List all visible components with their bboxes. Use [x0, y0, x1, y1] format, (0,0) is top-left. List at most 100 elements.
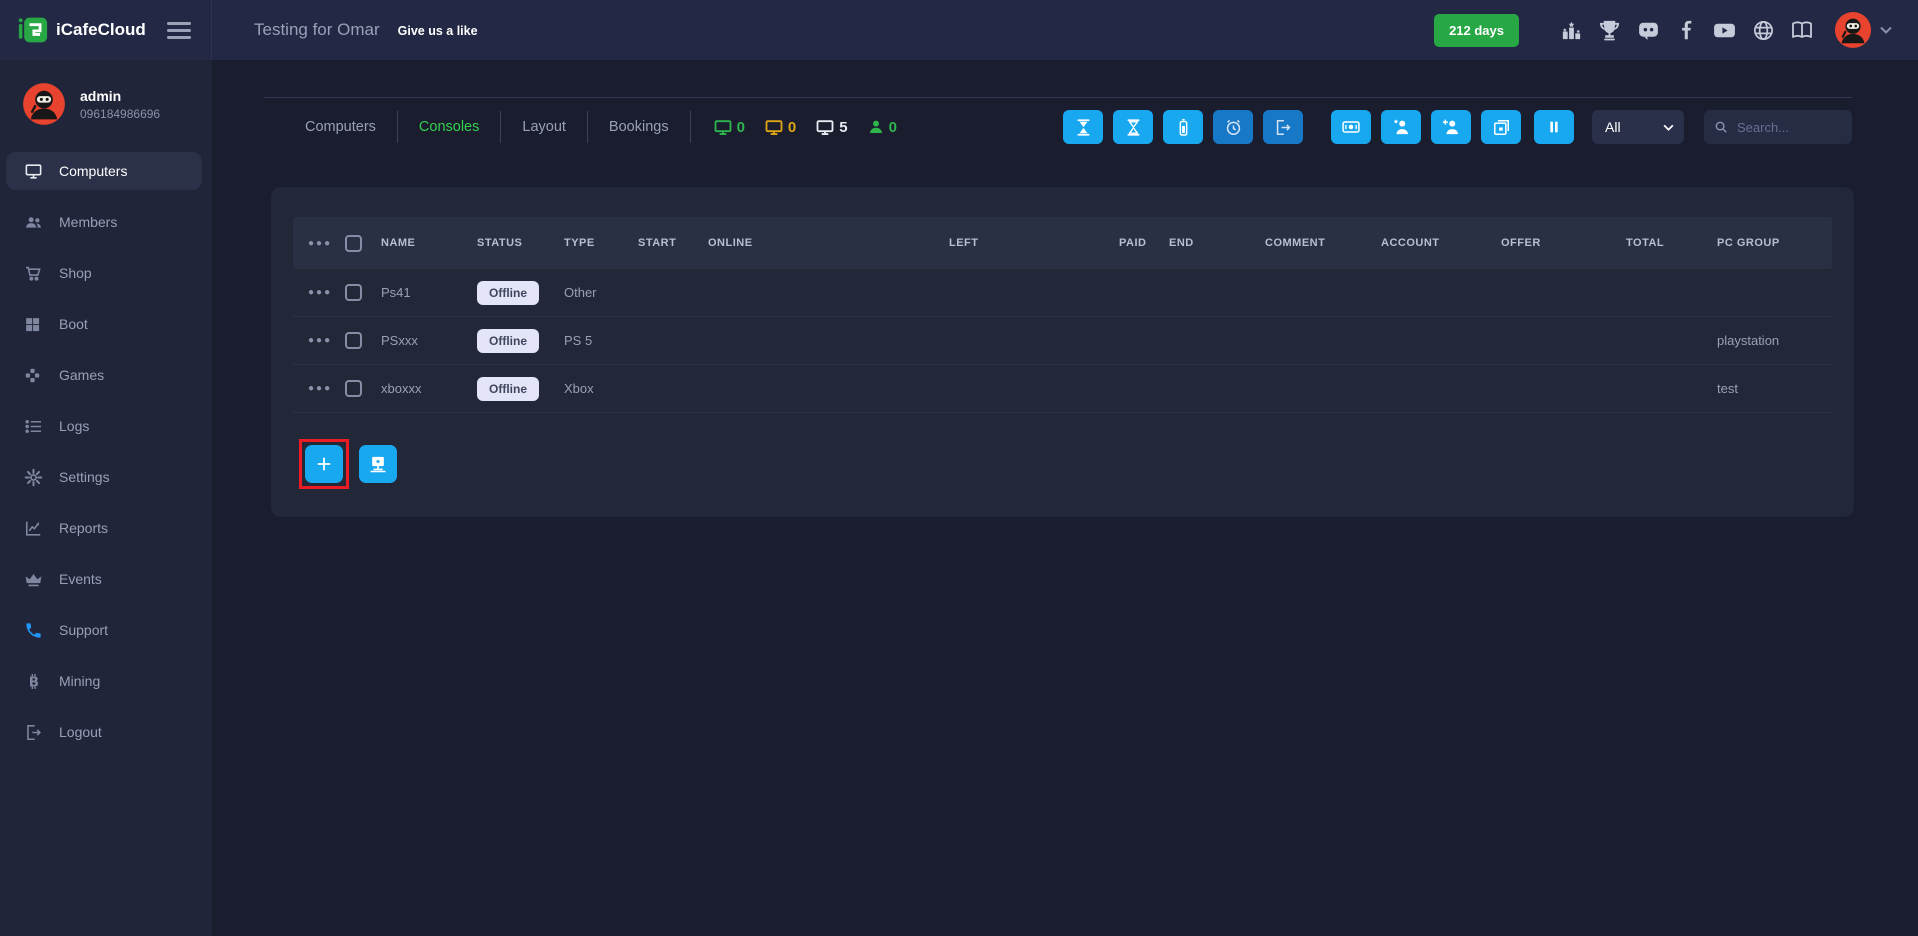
sidebar-item-games[interactable]: Games	[6, 356, 202, 394]
sidebar-item-logs[interactable]: Logs	[6, 407, 202, 445]
alarm-button[interactable]	[1213, 110, 1253, 144]
cell-status: Offline	[477, 329, 564, 353]
globe-icon[interactable]	[1752, 19, 1775, 42]
add-member-button[interactable]	[1431, 110, 1471, 144]
brand-logo[interactable]: iCafeCloud	[18, 15, 146, 45]
sidebar-label: Games	[59, 367, 104, 383]
tab-computers[interactable]: Computers	[284, 111, 397, 143]
cell-pc-group: playstation	[1717, 333, 1832, 348]
counter-offline[interactable]: 5	[815, 117, 847, 137]
sidebar: admin 096184986696 Computers Members Sho…	[0, 60, 212, 936]
search-input[interactable]	[1737, 120, 1842, 135]
sidebar-item-mining[interactable]: B Mining	[6, 662, 202, 700]
counter-members-online[interactable]: 0	[867, 118, 897, 136]
sidebar-item-members[interactable]: Members	[6, 203, 202, 241]
row-checkbox[interactable]	[345, 332, 362, 349]
topbar: iCafeCloud Testing for Omar Give us a li…	[0, 0, 1918, 60]
table-row: ●●● Ps41 Offline Other	[293, 269, 1832, 317]
windows-icon	[24, 316, 43, 333]
timer-filled-button[interactable]	[1063, 110, 1103, 144]
chevron-down-icon	[1880, 26, 1892, 34]
cell-type: Other	[564, 285, 638, 300]
cell-name: PSxxx	[381, 333, 477, 348]
cash-button[interactable]	[1331, 110, 1371, 144]
highlight-box	[299, 439, 349, 489]
tab-layout[interactable]: Layout	[500, 111, 587, 143]
logout-icon	[24, 723, 43, 742]
filter-select[interactable]: All	[1592, 110, 1684, 144]
people-icon	[24, 213, 43, 232]
status-badge: Offline	[477, 281, 539, 305]
sidebar-item-support[interactable]: Support	[6, 611, 202, 649]
cell-name: xboxxx	[381, 381, 477, 396]
col-online: ONLINE	[708, 237, 949, 249]
chart-icon	[24, 519, 43, 538]
hamburger-menu-icon[interactable]	[167, 18, 191, 43]
tab-bookings[interactable]: Bookings	[587, 111, 690, 143]
import-consoles-button[interactable]	[359, 445, 397, 483]
row-menu-icon[interactable]: ●●●	[293, 335, 345, 346]
facebook-icon[interactable]	[1676, 20, 1697, 41]
sidebar-label: Reports	[59, 520, 108, 536]
row-menu-icon[interactable]: ●●●	[293, 383, 345, 394]
window-restore-button[interactable]	[1481, 110, 1521, 144]
search-box	[1704, 110, 1852, 144]
sidebar-item-settings[interactable]: Settings	[6, 458, 202, 496]
sidebar-item-events[interactable]: Events	[6, 560, 202, 598]
card-footer	[293, 439, 1832, 489]
youtube-icon[interactable]	[1712, 18, 1737, 43]
tab-bar: Computers Consoles Layout Bookings	[284, 111, 690, 143]
ranking-icon[interactable]	[1560, 19, 1583, 42]
pause-button[interactable]	[1534, 110, 1574, 144]
counter-busy[interactable]: 0	[764, 117, 796, 137]
pause-icon	[1546, 119, 1562, 135]
trophy-icon[interactable]	[1598, 19, 1621, 42]
counter-busy-value: 0	[788, 119, 796, 136]
sidebar-nav: Computers Members Shop Boot Games	[0, 152, 212, 751]
user-menu[interactable]	[1834, 11, 1892, 49]
sidebar-item-computers[interactable]: Computers	[6, 152, 202, 190]
consoles-table-card: ●●● NAME STATUS TYPE START ONLINE LEFT P…	[271, 187, 1854, 517]
sidebar-item-shop[interactable]: Shop	[6, 254, 202, 292]
title-zone: Testing for Omar Give us a like	[254, 20, 478, 40]
person-star-icon	[1391, 117, 1411, 137]
cell-name: Ps41	[381, 285, 477, 300]
row-menu-icon[interactable]: ●●●	[293, 287, 345, 298]
add-console-button[interactable]	[305, 445, 343, 483]
status-counters: 0 0 5 0	[690, 111, 897, 143]
discord-icon[interactable]	[1636, 18, 1661, 43]
tab-consoles[interactable]: Consoles	[397, 111, 500, 143]
col-type: TYPE	[564, 237, 638, 249]
sidebar-label: Logout	[59, 724, 102, 740]
list-icon	[24, 417, 43, 436]
sidebar-item-logout[interactable]: Logout	[6, 713, 202, 751]
battery-button[interactable]	[1163, 110, 1203, 144]
sidebar-item-reports[interactable]: Reports	[6, 509, 202, 547]
battery-icon	[1174, 118, 1193, 137]
sidebar-label: Mining	[59, 673, 100, 689]
admin-phone: 096184986696	[80, 107, 160, 121]
timer-outline-button[interactable]	[1113, 110, 1153, 144]
row-checkbox[interactable]	[345, 284, 362, 301]
sign-out-button[interactable]	[1263, 110, 1303, 144]
sidebar-label: Shop	[59, 265, 92, 281]
row-menu-icon[interactable]: ●●●	[293, 238, 345, 249]
counter-online[interactable]: 0	[713, 117, 745, 137]
manual-book-icon[interactable]	[1790, 18, 1814, 42]
member-star-button[interactable]	[1381, 110, 1421, 144]
col-total: TOTAL	[1626, 237, 1717, 249]
row-checkbox[interactable]	[345, 380, 362, 397]
select-all-checkbox[interactable]	[345, 235, 362, 252]
sidebar-item-boot[interactable]: Boot	[6, 305, 202, 343]
cell-status: Offline	[477, 377, 564, 401]
admin-name: admin	[80, 88, 160, 104]
counter-online-value: 0	[737, 119, 745, 136]
search-icon	[1714, 120, 1728, 134]
license-days-badge[interactable]: 212 days	[1434, 14, 1519, 47]
admin-profile[interactable]: admin 096184986696	[0, 60, 212, 144]
cell-status: Offline	[477, 281, 564, 305]
give-us-a-like-link[interactable]: Give us a like	[398, 24, 478, 38]
col-start: START	[638, 237, 708, 249]
select-chevron-icon	[1663, 124, 1674, 131]
hourglass-filled-icon	[1074, 118, 1093, 137]
